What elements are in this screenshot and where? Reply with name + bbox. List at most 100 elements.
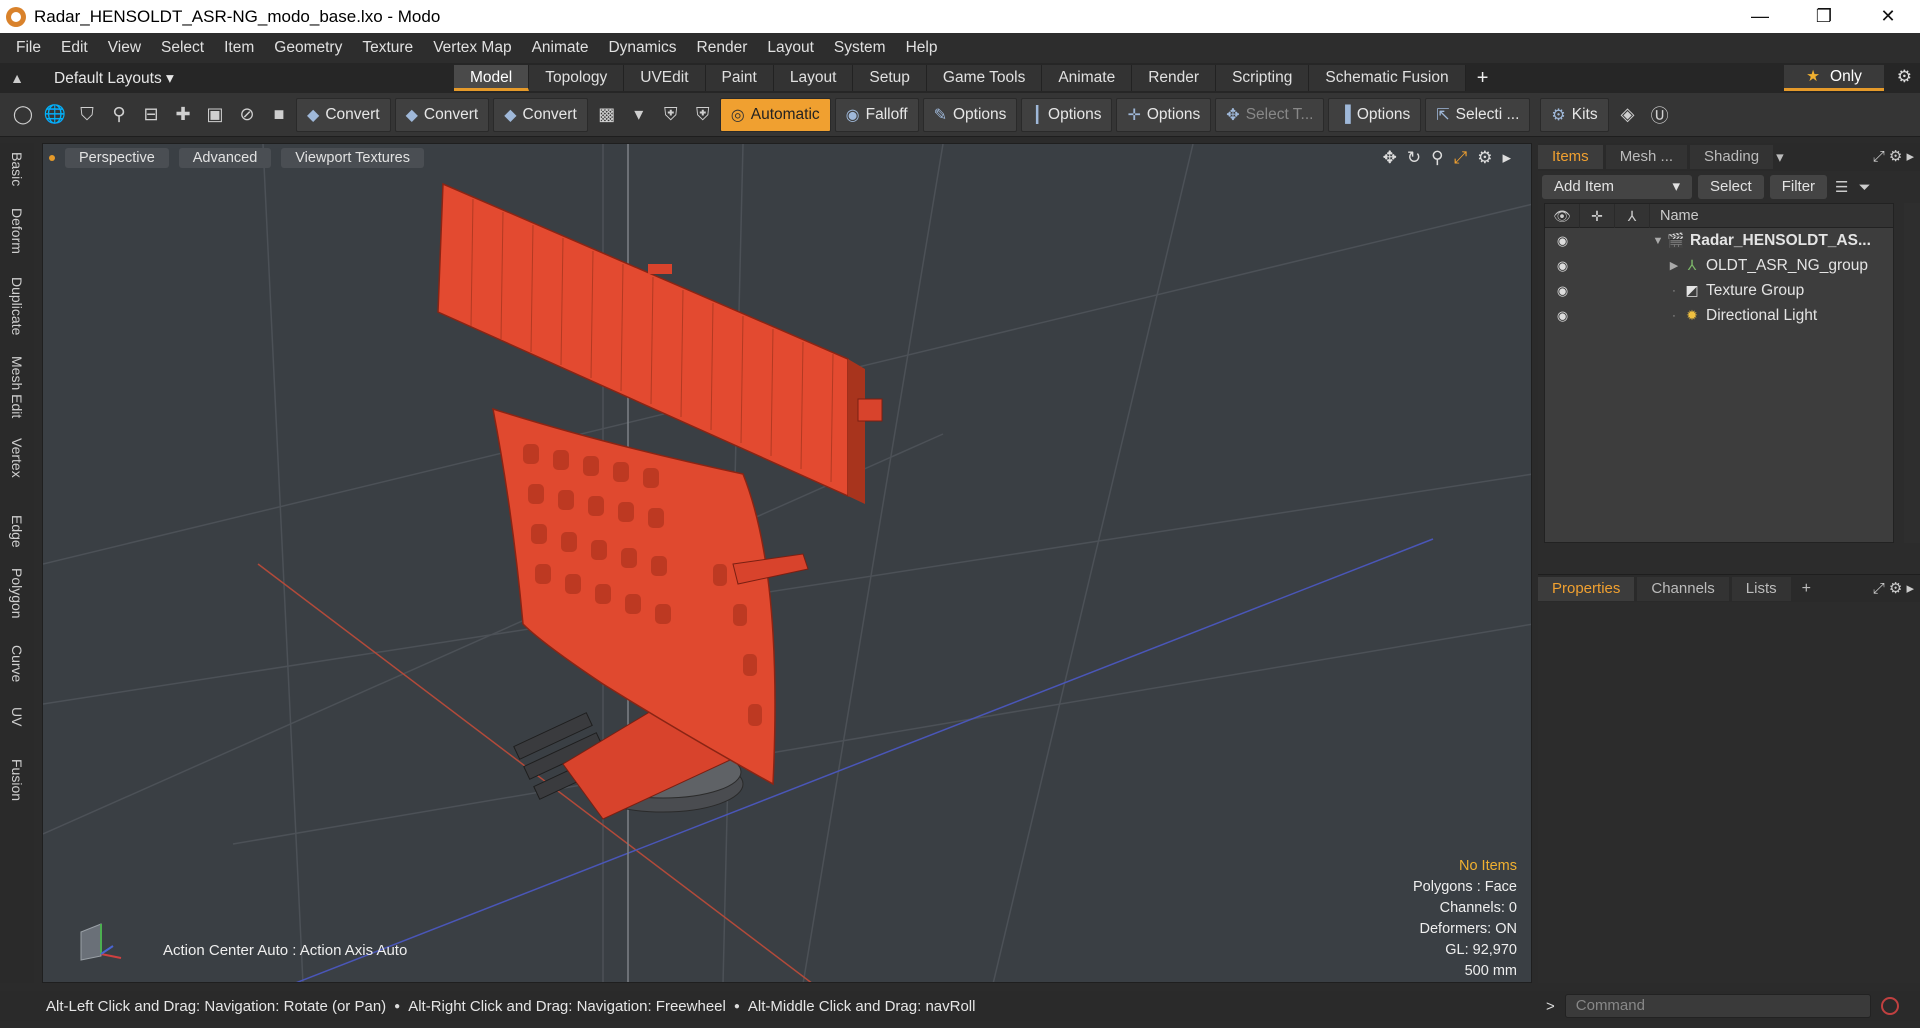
menu-render[interactable]: Render bbox=[687, 39, 758, 57]
menu-system[interactable]: System bbox=[824, 39, 896, 57]
perspective-button[interactable]: Perspective bbox=[65, 148, 169, 168]
kits-button[interactable]: ⚙ Kits bbox=[1540, 97, 1609, 132]
vtab-polygon[interactable]: Polygon bbox=[5, 563, 29, 623]
filter-button[interactable]: Filter bbox=[1769, 175, 1828, 199]
shield-icon[interactable]: ⛨ bbox=[656, 99, 686, 131]
eye-icon[interactable]: ◉ bbox=[1545, 233, 1580, 249]
expand-triangle-icon[interactable]: ▶ bbox=[1666, 259, 1682, 272]
items-scrollbar[interactable] bbox=[1904, 203, 1920, 543]
tab-uvedit[interactable]: UVEdit bbox=[624, 65, 706, 91]
command-input[interactable]: Command bbox=[1564, 994, 1871, 1018]
convert-button-2[interactable]: ◆ Convert bbox=[394, 97, 490, 132]
eye-icon[interactable]: ◉ bbox=[1545, 308, 1580, 324]
tab-shading[interactable]: Shading bbox=[1690, 145, 1774, 169]
options-button-1[interactable]: ✎ Options bbox=[922, 97, 1018, 132]
edge-icon[interactable]: ⊟ bbox=[136, 99, 166, 131]
list-item[interactable]: ◉ · ✹ Directional Light bbox=[1545, 303, 1893, 328]
tab-scripting[interactable]: Scripting bbox=[1216, 65, 1310, 91]
unreal-icon[interactable]: Ⓤ bbox=[1645, 99, 1675, 131]
menu-dynamics[interactable]: Dynamics bbox=[598, 39, 686, 57]
eye-icon[interactable]: ◉ bbox=[1545, 283, 1580, 299]
menu-view[interactable]: View bbox=[98, 39, 151, 57]
add-tab-plus-icon[interactable]: + bbox=[1466, 67, 1500, 90]
vtab-basic[interactable]: Basic bbox=[5, 149, 29, 189]
box-icon[interactable]: ▩ bbox=[592, 99, 622, 131]
gear-icon[interactable]: ⚙ bbox=[1897, 67, 1912, 87]
list-item[interactable]: ◉ ▼ 🎬 Radar_HENSOLDT_AS... bbox=[1545, 228, 1893, 253]
tab-dropdown-icon[interactable]: ▾ bbox=[1776, 148, 1784, 166]
globe-icon[interactable]: 🌐 bbox=[40, 99, 70, 131]
tab-game-tools[interactable]: Game Tools bbox=[926, 65, 1043, 91]
options-button-4[interactable]: ▐ Options bbox=[1328, 97, 1422, 132]
circle-slash-icon[interactable]: ⊘ bbox=[232, 99, 262, 131]
cube-icon[interactable]: ■ bbox=[264, 99, 294, 131]
convert-button-1[interactable]: ◆ Convert bbox=[296, 97, 391, 132]
panel-options-icons[interactable]: ⤢ ⚙ ▸ bbox=[1873, 579, 1914, 597]
vtab-edge[interactable]: Edge bbox=[5, 511, 29, 551]
tab-setup[interactable]: Setup bbox=[853, 65, 927, 91]
add-item-button[interactable]: Add Item ▾ bbox=[1542, 175, 1692, 199]
panel-options-icons[interactable]: ⤢ ⚙ ▸ bbox=[1873, 147, 1914, 165]
options-button-3[interactable]: ✛ Options bbox=[1116, 97, 1212, 132]
maximize-button[interactable]: ❐ bbox=[1792, 0, 1856, 33]
vtab-vertex[interactable]: Vertex bbox=[5, 433, 29, 483]
vtab-uv[interactable]: UV bbox=[5, 705, 29, 729]
menu-geometry[interactable]: Geometry bbox=[264, 39, 352, 57]
minimize-button[interactable]: — bbox=[1728, 0, 1792, 33]
falloff-button[interactable]: ◉ Falloff bbox=[834, 97, 919, 132]
tab-topology[interactable]: Topology bbox=[529, 65, 625, 91]
menu-file[interactable]: File bbox=[6, 39, 51, 57]
tab-render[interactable]: Render bbox=[1132, 65, 1217, 91]
menu-select[interactable]: Select bbox=[151, 39, 214, 57]
pen-icon[interactable]: ⛉ bbox=[72, 99, 102, 131]
list-item[interactable]: ◉ · ◩ Texture Group bbox=[1545, 278, 1893, 303]
vtab-deform[interactable]: Deform bbox=[5, 203, 29, 259]
lock-column-icon[interactable]: ✛ bbox=[1580, 203, 1615, 228]
menu-vertex-map[interactable]: Vertex Map bbox=[423, 39, 521, 57]
vtab-curve[interactable]: Curve bbox=[5, 643, 29, 685]
vtab-fusion[interactable]: Fusion bbox=[5, 755, 29, 805]
list-item[interactable]: ◉ ▶ ⅄ OLDT_ASR_NG_group bbox=[1545, 253, 1893, 278]
tab-channels[interactable]: Channels bbox=[1637, 576, 1729, 601]
layout-up-arrow-icon[interactable]: ▲ bbox=[0, 70, 34, 86]
tab-paint[interactable]: Paint bbox=[705, 65, 774, 91]
menu-edit[interactable]: Edit bbox=[51, 39, 98, 57]
menu-help[interactable]: Help bbox=[896, 39, 948, 57]
shield-alt-icon[interactable]: ⛨ bbox=[688, 99, 718, 131]
viewport-gear-icon[interactable]: ⚙ bbox=[1477, 148, 1492, 168]
zoom-icon[interactable]: ⚲ bbox=[1431, 148, 1443, 168]
tab-schematic-fusion[interactable]: Schematic Fusion bbox=[1309, 65, 1466, 91]
tab-model[interactable]: Model bbox=[454, 65, 530, 91]
maximize-viewport-icon[interactable]: ⤢ bbox=[1454, 148, 1468, 168]
funnel-icon[interactable]: ⏷ bbox=[1859, 179, 1871, 196]
vtab-mesh-edit[interactable]: Mesh Edit bbox=[5, 353, 29, 421]
tab-lists[interactable]: Lists bbox=[1731, 576, 1791, 601]
layout-select-dropdown[interactable]: Default Layouts ▾ bbox=[34, 69, 454, 88]
convert-button-3[interactable]: ◆ Convert bbox=[493, 97, 588, 132]
viewport-textures-button[interactable]: Viewport Textures bbox=[281, 148, 424, 168]
tab-mesh[interactable]: Mesh ... bbox=[1605, 145, 1688, 169]
rotate-icon[interactable]: ↻ bbox=[1407, 148, 1421, 168]
only-toggle-button[interactable]: ★ Only bbox=[1784, 65, 1884, 91]
name-column-header[interactable]: Name bbox=[1650, 208, 1699, 224]
add-tab-plus-icon[interactable]: + bbox=[1802, 580, 1811, 598]
menu-texture[interactable]: Texture bbox=[352, 39, 423, 57]
menu-item[interactable]: Item bbox=[214, 39, 264, 57]
tab-animate[interactable]: Animate bbox=[1042, 65, 1133, 91]
cross-icon[interactable]: ✚ bbox=[168, 99, 198, 131]
tab-layout[interactable]: Layout bbox=[773, 65, 854, 91]
select-button[interactable]: Select bbox=[1698, 175, 1764, 199]
dropdown-arrow-icon[interactable]: ▾ bbox=[624, 99, 654, 131]
tab-items[interactable]: Items bbox=[1538, 145, 1603, 169]
curve-icon[interactable]: ⚲ bbox=[104, 99, 134, 131]
advanced-button[interactable]: Advanced bbox=[178, 148, 272, 168]
select-t-button[interactable]: ✥ Select T... bbox=[1215, 97, 1325, 132]
selection-button[interactable]: ⇱ Selecti ... bbox=[1425, 97, 1531, 132]
tab-properties[interactable]: Properties bbox=[1538, 576, 1635, 601]
sphere-select-icon[interactable]: ◯ bbox=[8, 99, 38, 131]
type-column-icon[interactable]: ⅄ bbox=[1615, 203, 1650, 228]
play-icon[interactable]: ▸ bbox=[1502, 148, 1511, 168]
menu-animate[interactable]: Animate bbox=[522, 39, 599, 57]
eye-icon[interactable]: ◉ bbox=[1545, 258, 1580, 274]
collapse-triangle-icon[interactable]: ▼ bbox=[1650, 235, 1666, 247]
